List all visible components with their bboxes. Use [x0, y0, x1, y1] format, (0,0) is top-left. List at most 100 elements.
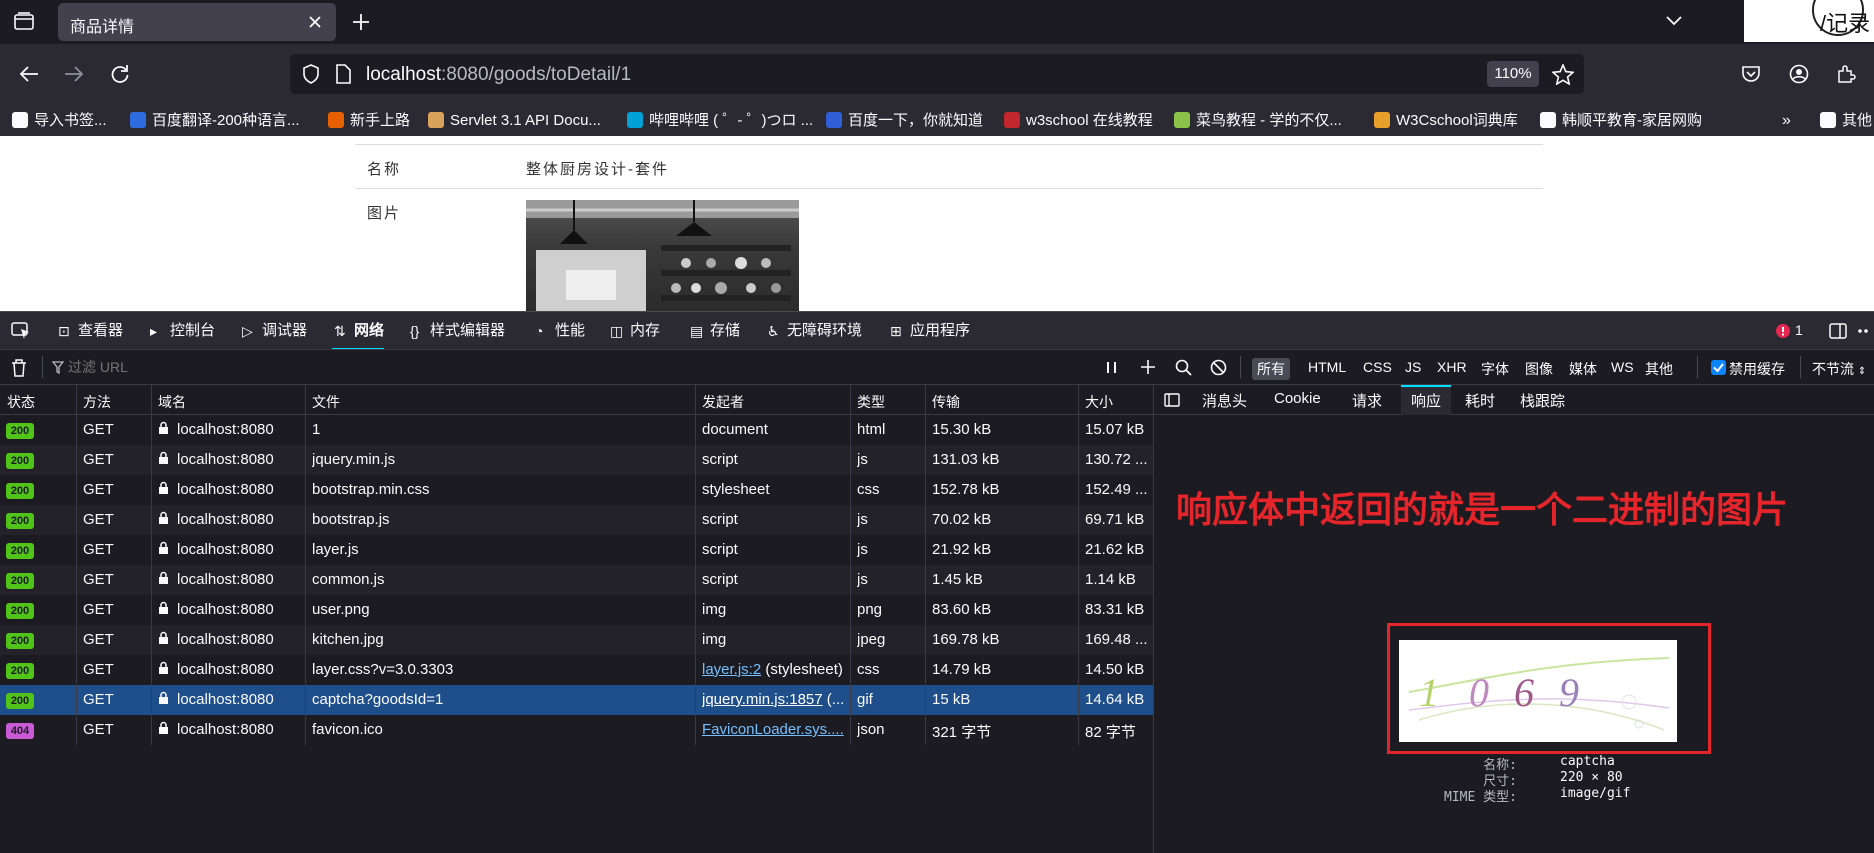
zoom-level-button[interactable]: 110%: [1487, 61, 1539, 87]
bookmark-item[interactable]: 百度翻译-200种语言...: [130, 106, 300, 136]
bookmark-item[interactable]: W3Cschool词典库: [1374, 106, 1518, 136]
table-row[interactable]: 200 GET localhost:8080 layer.css?v=3.0.3303…: [0, 655, 1153, 685]
toggle-sidebar-icon[interactable]: [1164, 393, 1180, 407]
table-row[interactable]: 200 GET localhost:8080 bootstrap.min.css sty…: [0, 475, 1153, 505]
table-row[interactable]: 200 GET localhost:8080 kitchen.jpg img jpeg 16…: [0, 625, 1153, 655]
devtools-tab[interactable]: {} 样式编辑器: [408, 312, 505, 350]
devtools-tab[interactable]: ▸ 控制台: [148, 312, 215, 350]
table-row[interactable]: 200 GET localhost:8080 user.png img png 83.60 …: [0, 595, 1153, 625]
table-row[interactable]: 200 GET localhost:8080 captcha?goodsId=1 jqu…: [0, 685, 1153, 715]
error-count[interactable]: 1: [1795, 322, 1803, 338]
type-filter-button[interactable]: JS: [1400, 358, 1426, 376]
filter-separator: [1240, 356, 1241, 378]
bookmark-item[interactable]: Servlet 3.1 API Docu...: [428, 106, 601, 136]
column-header[interactable]: 域名: [158, 392, 186, 412]
table-row[interactable]: 200 GET localhost:8080 jquery.min.js script j…: [0, 445, 1153, 475]
pause-icon[interactable]: [1106, 361, 1118, 374]
pick-element-icon[interactable]: [11, 322, 31, 340]
initiator-link[interactable]: FaviconLoader.sys....: [702, 721, 844, 738]
column-header[interactable]: 类型: [857, 392, 885, 412]
bookmark-item[interactable]: 韩顺平教育-家居网购: [1540, 106, 1702, 136]
devtools-tab[interactable]: ◔ 性能: [533, 312, 585, 350]
extensions-icon[interactable]: [1836, 64, 1856, 84]
more-options-icon[interactable]: [1858, 329, 1872, 333]
column-header[interactable]: 状态: [7, 392, 35, 412]
account-icon[interactable]: [1789, 64, 1809, 84]
devtools-tab[interactable]: ⊡ 查看器: [56, 312, 123, 350]
type-filter-button[interactable]: 字体: [1476, 358, 1514, 380]
initiator-link[interactable]: jquery.min.js:1857: [702, 691, 823, 708]
search-icon[interactable]: [1175, 359, 1192, 376]
add-request-blocking-icon[interactable]: [1140, 359, 1156, 375]
initiator-link[interactable]: layer.js:2: [702, 661, 761, 678]
table-row[interactable]: 200 GET localhost:8080 1 document html 15.30 k…: [0, 415, 1153, 445]
pocket-icon[interactable]: [1741, 65, 1761, 83]
details-tab[interactable]: 响应: [1401, 385, 1452, 415]
type-filter-button[interactable]: 其他: [1640, 358, 1678, 380]
lock-icon: [158, 481, 169, 495]
bookmark-star-icon[interactable]: [1552, 64, 1574, 85]
close-tab-icon[interactable]: [308, 15, 322, 29]
column-header[interactable]: 文件: [312, 392, 340, 412]
request-initiator[interactable]: jquery.min.js:1857 (...: [702, 691, 847, 708]
type-filter-button[interactable]: 图像: [1520, 358, 1558, 380]
column-header[interactable]: 方法: [83, 392, 111, 412]
request-size: 1.14 kB: [1085, 571, 1136, 588]
bookmark-item[interactable]: 哔哩哔哩 ( ゜- ゜)つロ ...: [627, 106, 813, 136]
type-filter-button[interactable]: HTML: [1303, 358, 1351, 376]
bookmark-item[interactable]: 新手上路: [328, 106, 410, 136]
devtools-tab[interactable]: ◫ 内存: [608, 312, 660, 350]
devtools-tab[interactable]: ⇅ 网络: [332, 312, 385, 350]
devtools-tab[interactable]: ▷ 调试器: [240, 312, 307, 350]
type-filter-button[interactable]: XHR: [1432, 358, 1472, 376]
disable-cache-checkbox[interactable]: [1711, 360, 1726, 375]
request-transfer: 152.78 kB: [932, 481, 1000, 498]
request-initiator[interactable]: layer.js:2 (stylesheet): [702, 661, 847, 678]
details-tab[interactable]: 消息头: [1202, 390, 1247, 411]
trash-icon[interactable]: [11, 359, 27, 377]
devtools-tab[interactable]: ⊞ 应用程序: [888, 312, 970, 350]
bookmark-favicon-icon: [12, 112, 28, 128]
filter-url-input[interactable]: [68, 355, 1068, 379]
throttle-select[interactable]: 不节流 ⇕: [1812, 359, 1866, 379]
type-filter-button[interactable]: WS: [1606, 358, 1639, 376]
bookmark-item[interactable]: 其他: [1820, 106, 1872, 136]
type-filter-button[interactable]: 所有: [1252, 358, 1290, 380]
table-row[interactable]: 200 GET localhost:8080 common.js script js 1.4…: [0, 565, 1153, 595]
type-filter-button[interactable]: CSS: [1358, 358, 1397, 376]
devtools-tab[interactable]: ▤ 存储: [688, 312, 740, 350]
url-text[interactable]: localhost:8080/goods/toDetail/1: [366, 64, 631, 86]
devtools-tab[interactable]: ♿ 无障碍环境: [765, 312, 862, 350]
table-row[interactable]: 200 GET localhost:8080 bootstrap.js script js…: [0, 505, 1153, 535]
details-tab[interactable]: 耗时: [1465, 390, 1495, 411]
details-tab[interactable]: 请求: [1352, 390, 1382, 411]
reload-icon[interactable]: [110, 64, 130, 84]
page-info-icon[interactable]: [335, 64, 351, 84]
bookmarks-overflow-chevron-icon[interactable]: »: [1782, 106, 1791, 136]
error-icon[interactable]: [1776, 324, 1790, 338]
table-row[interactable]: 404 GET localhost:8080 favicon.ico FaviconLo…: [0, 715, 1153, 745]
type-filter-button[interactable]: 媒体: [1564, 358, 1602, 380]
shield-icon[interactable]: [302, 64, 320, 84]
browser-tab[interactable]: 商品详情: [58, 3, 336, 41]
bookmark-item[interactable]: 百度一下，你就知道: [826, 106, 983, 136]
list-tabs-chevron-icon[interactable]: [1665, 15, 1683, 27]
bookmark-item[interactable]: 菜鸟教程 - 学的不仅...: [1174, 106, 1342, 136]
details-tab[interactable]: Cookie: [1274, 390, 1321, 407]
details-tab[interactable]: 栈跟踪: [1520, 390, 1565, 411]
column-header[interactable]: 传输: [932, 392, 960, 412]
column-header[interactable]: 大小: [1085, 392, 1113, 412]
bookmark-item[interactable]: w3school 在线教程: [1004, 106, 1153, 136]
new-tab-icon[interactable]: [352, 13, 370, 31]
disable-cache-label[interactable]: 禁用缓存: [1729, 359, 1785, 379]
request-initiator[interactable]: FaviconLoader.sys....: [702, 721, 847, 738]
tab-overview-icon[interactable]: [14, 12, 34, 30]
back-arrow-icon[interactable]: [19, 65, 39, 83]
table-row[interactable]: 200 GET localhost:8080 layer.js script js 21.9…: [0, 535, 1153, 565]
bookmark-item[interactable]: 导入书签...: [12, 106, 107, 136]
forward-arrow-icon[interactable]: [64, 65, 84, 83]
dock-side-icon[interactable]: [1829, 323, 1847, 339]
column-header[interactable]: 发起者: [702, 392, 744, 412]
url-bar[interactable]: localhost:8080/goods/toDetail/1 110%: [290, 54, 1584, 94]
block-icon[interactable]: [1210, 359, 1227, 376]
